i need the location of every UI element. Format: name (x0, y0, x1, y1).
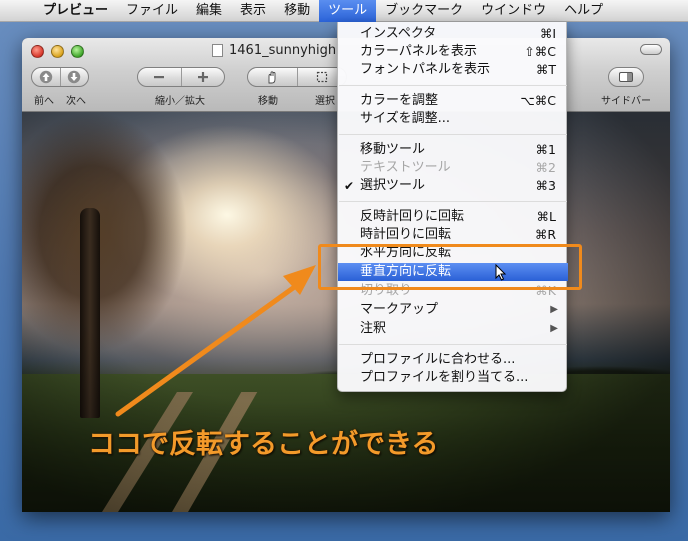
callout-text: ココで反転することができる (88, 429, 439, 460)
